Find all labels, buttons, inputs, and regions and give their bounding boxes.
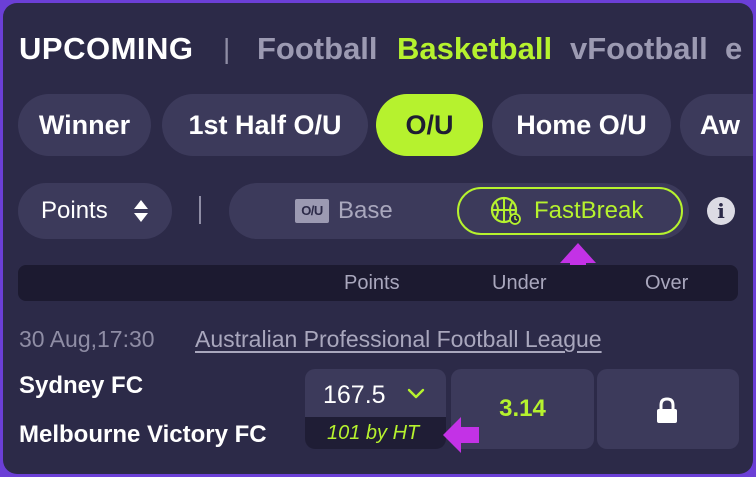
fastbreak-label: FastBreak	[534, 197, 644, 224]
home-team: Sydney FC	[19, 372, 144, 399]
nav-divider: |	[223, 33, 231, 64]
tab-esports-truncated[interactable]: e	[725, 25, 742, 73]
chip-winner[interactable]: Winner	[18, 94, 151, 156]
header-under: Under	[492, 272, 547, 294]
chip-ou[interactable]: O/U	[376, 94, 483, 156]
chevron-down-icon	[407, 388, 425, 399]
info-icon[interactable]: i	[707, 197, 735, 225]
league-link[interactable]: Australian Professional Football League	[195, 326, 602, 353]
base-label: Base	[338, 197, 393, 224]
ht-note: 101 by HT	[327, 422, 420, 444]
lock-icon	[657, 397, 677, 423]
betting-panel: UPCOMING | Football Basketball vFootball…	[3, 3, 753, 474]
chip-1st-half-ou[interactable]: 1st Half O/U	[162, 94, 368, 156]
filter-divider	[199, 196, 201, 224]
toggle-fastbreak-option[interactable]: FastBreak	[457, 187, 683, 235]
match-datetime: 30 Aug,17:30	[19, 326, 155, 352]
section-title: UPCOMING	[19, 31, 194, 66]
over-odds-locked[interactable]	[597, 369, 739, 449]
tab-football[interactable]: Football	[257, 25, 378, 73]
header-points: Points	[344, 272, 400, 294]
ou-icon: O/U	[295, 199, 329, 223]
points-select[interactable]: Points	[18, 183, 172, 239]
points-line-dropdown[interactable]: 167.5 101 by HT	[305, 369, 446, 449]
header-over: Over	[645, 272, 689, 294]
points-select-value: Points	[41, 197, 108, 224]
chip-away-ou-truncated[interactable]: Aw	[680, 94, 753, 156]
mode-toggle: O/U Base FastBreak	[229, 183, 689, 239]
sort-updown-icon	[134, 200, 148, 222]
basketball-icon	[490, 196, 521, 225]
tab-vfootball[interactable]: vFootball	[570, 25, 708, 73]
chip-home-ou[interactable]: Home O/U	[492, 94, 671, 156]
away-team: Melbourne Victory FC	[19, 421, 267, 448]
tab-basketball[interactable]: Basketball	[397, 25, 552, 73]
odds-table-header: Points Under Over	[18, 265, 738, 301]
points-line-value: 167.5	[323, 381, 386, 409]
purple-arrow-left-icon	[443, 417, 479, 453]
ht-note-strip: 101 by HT	[305, 417, 446, 449]
